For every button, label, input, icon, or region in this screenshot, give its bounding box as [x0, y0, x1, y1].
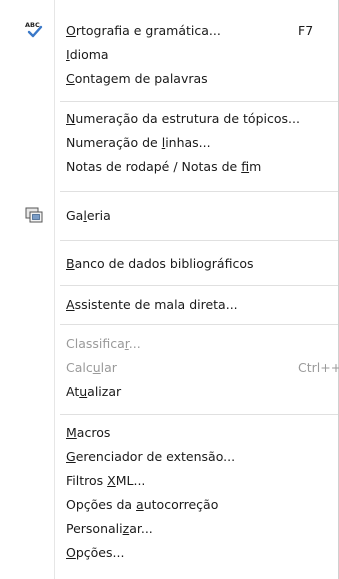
menu-item-mail-merge-wizard[interactable]: Assistente de mala direta...: [0, 294, 338, 316]
menu-item-gallery[interactable]: Galeria: [0, 205, 338, 227]
tools-menu: ABC Ortografia e gramática... F7 Idioma …: [0, 0, 339, 579]
menu-item-label: Numeração de linhas...: [66, 135, 211, 150]
menu-item-customize[interactable]: Personalizar...: [0, 518, 338, 540]
menu-item-label: Idioma: [66, 47, 109, 62]
menu-item-label: Banco de dados bibliográficos: [66, 256, 254, 271]
menu-item-label: Contagem de palavras: [66, 71, 208, 86]
menu-item-label: Numeração da estrutura de tópicos...: [66, 111, 300, 126]
menu-separator: [60, 191, 338, 192]
menu-item-label: Opções da autocorreção: [66, 497, 219, 512]
menu-separator: [60, 285, 338, 286]
menu-item-options[interactable]: Opções...: [0, 542, 338, 564]
menu-item-calculate: Calcular Ctrl++: [0, 357, 339, 379]
menu-item-autocorrect-options[interactable]: Opções da autocorreção: [0, 494, 338, 516]
menu-item-label: Opções...: [66, 545, 125, 560]
menu-item-outline-numbering[interactable]: Numeração da estrutura de tópicos...: [0, 108, 338, 130]
menu-item-spelling-grammar[interactable]: Ortografia e gramática... F7: [0, 20, 338, 42]
menu-separator: [60, 414, 338, 415]
menu-item-extension-manager[interactable]: Gerenciador de extensão...: [0, 446, 338, 468]
menu-item-label: Galeria: [66, 208, 111, 223]
menu-item-footnotes-endnotes[interactable]: Notas de rodapé / Notas de fim: [0, 156, 338, 178]
menu-item-label: Filtros XML...: [66, 473, 146, 488]
menu-separator: [60, 324, 338, 325]
menu-separator: [60, 240, 338, 241]
menu-item-label: Atualizar: [66, 384, 122, 399]
menu-item-update[interactable]: Atualizar: [0, 381, 338, 403]
menu-item-language[interactable]: Idioma: [0, 44, 338, 66]
menu-item-label: Personalizar...: [66, 521, 153, 536]
menu-item-label: Calcular: [66, 360, 117, 375]
menu-item-sort: Classificar...: [0, 333, 338, 355]
menu-item-macros[interactable]: Macros: [0, 422, 338, 444]
menu-item-label: Ortografia e gramática...: [66, 23, 221, 38]
shortcut-label: Ctrl++: [298, 360, 339, 375]
menu-item-label: Notas de rodapé / Notas de fim: [66, 159, 262, 174]
menu-item-word-count[interactable]: Contagem de palavras: [0, 68, 338, 90]
menu-item-label: Gerenciador de extensão...: [66, 449, 236, 464]
menu-item-label: Assistente de mala direta...: [66, 297, 238, 312]
menu-item-label: Macros: [66, 425, 111, 440]
menu-separator: [60, 101, 338, 102]
shortcut-label: F7: [298, 23, 314, 38]
menu-item-label: Classificar...: [66, 336, 141, 351]
menu-item-bibliography-database[interactable]: Banco de dados bibliográficos: [0, 253, 338, 275]
menu-item-xml-filters[interactable]: Filtros XML...: [0, 470, 338, 492]
menu-item-line-numbering[interactable]: Numeração de linhas...: [0, 132, 338, 154]
